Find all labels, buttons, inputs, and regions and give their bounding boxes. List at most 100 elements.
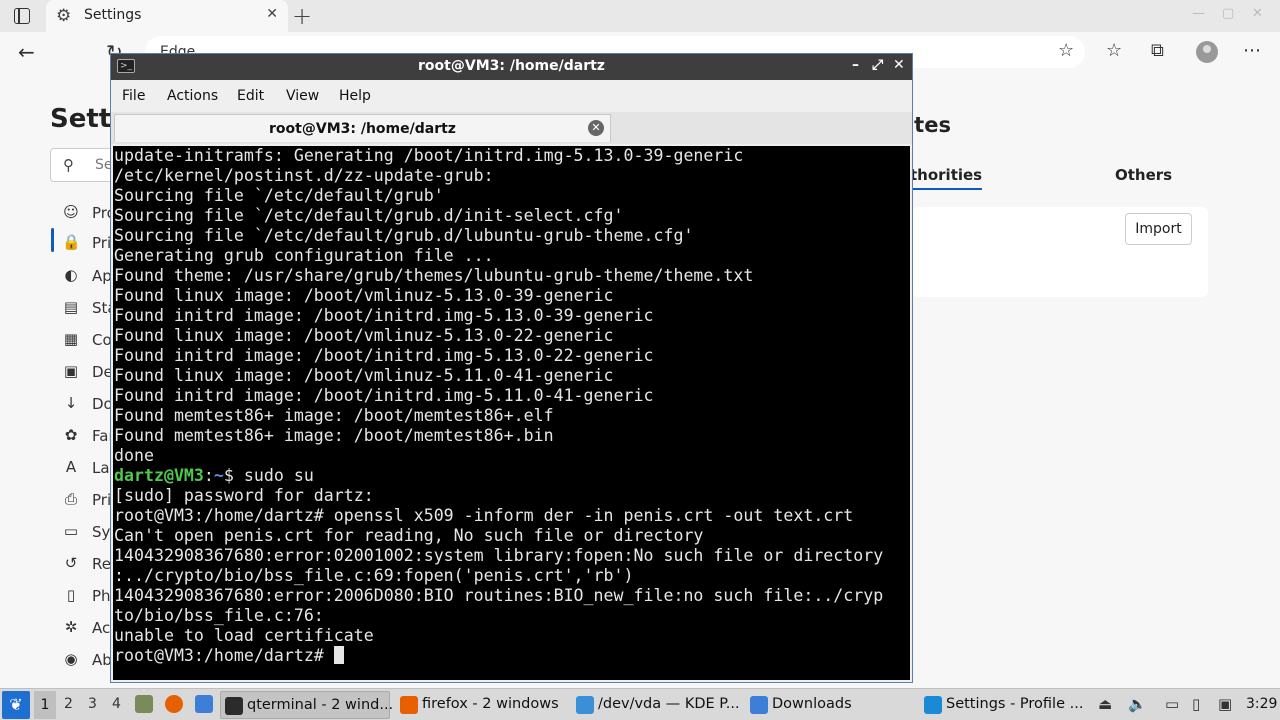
- desktop-2[interactable]: 2: [64, 696, 73, 712]
- sidebar-item-label: La: [92, 459, 110, 477]
- tab-title: Settings: [84, 7, 142, 23]
- updates-icon[interactable]: ▣: [1218, 695, 1232, 713]
- prompt-path: ~: [213, 466, 224, 485]
- tab-strip: ⚙ Settings ✕ + — ▢ ✕: [0, 0, 1280, 32]
- gear-icon: ⚙: [56, 6, 72, 26]
- import-button[interactable]: Import: [1125, 213, 1192, 245]
- notification-icon[interactable]: ⏏: [1098, 695, 1112, 713]
- show-desktop-icon[interactable]: [135, 695, 153, 713]
- terminal-line: Can't open penis.crt for reading, No suc…: [114, 526, 704, 545]
- terminal-line: 140432908367680:error:2006D080:BIO routi…: [114, 586, 884, 605]
- network-icon[interactable]: ▭: [1165, 695, 1179, 713]
- taskbar-task-label: qterminal - 2 wind...: [247, 697, 394, 713]
- minimize-icon[interactable]: —: [1192, 6, 1205, 21]
- clipboard-icon[interactable]: ▯: [1192, 695, 1200, 713]
- tab-settings[interactable]: ⚙ Settings ✕: [46, 0, 288, 32]
- close-tab-icon[interactable]: ✕: [588, 120, 604, 136]
- terminal-line: :../crypto/bio/bss_file.c:69:fopen('peni…: [114, 566, 634, 585]
- terminal-tab[interactable]: root@VM3: /home/dartz ✕: [114, 114, 611, 142]
- folder-icon: [750, 696, 768, 714]
- sidebar-item-label: Ac: [92, 619, 111, 637]
- profile-icon: ☺: [63, 203, 79, 221]
- close-window-icon[interactable]: ✕: [1252, 6, 1263, 21]
- terminal-line: Sourcing file `/etc/default/grub': [114, 186, 444, 205]
- sidebar-item-label: Ph: [92, 587, 111, 605]
- terminal-line: Sourcing file `/etc/default/grub.d/init-…: [114, 206, 624, 225]
- terminal-window-title: root@VM3: /home/dartz: [418, 58, 605, 74]
- download-icon: ↓: [64, 394, 78, 412]
- firefox-launcher-icon[interactable]: [165, 695, 183, 713]
- tab-actions-icon[interactable]: [14, 8, 30, 24]
- new-tab-button[interactable]: +: [292, 2, 312, 30]
- taskbar: ❦ 1 2 3 4 qterminal - 2 wind... firefox -…: [0, 688, 1280, 720]
- taskbar-task[interactable]: qterminal - 2 wind...: [220, 691, 394, 719]
- edge-icon: [924, 696, 942, 714]
- taskbar-task-label: /dev/vda — KDE P...: [598, 696, 740, 712]
- terminal-line: to/bio/bss_file.c:76:: [114, 606, 324, 625]
- maximize-icon[interactable]: ⤢: [872, 57, 883, 73]
- taskbar-task[interactable]: /dev/vda — KDE P...: [572, 691, 742, 719]
- terminal-line: unable to load certificate: [114, 626, 374, 645]
- terminal-tab-title: root@VM3: /home/dartz: [269, 121, 456, 137]
- terminal-line: Found linux image: /boot/vmlinuz-5.13.0-…: [114, 286, 614, 305]
- terminal-line: [sudo] password for dartz:: [114, 486, 374, 505]
- sidebar-item-label: Co: [92, 331, 112, 349]
- maximize-icon[interactable]: ▢: [1222, 6, 1234, 21]
- taskbar-task-label: Settings - Profile ...: [946, 696, 1084, 712]
- tab-others[interactable]: Others: [1115, 166, 1172, 184]
- terminal-tabbar: root@VM3: /home/dartz ✕: [111, 112, 912, 144]
- terminal-line: 140432908367680:error:02001002:system li…: [114, 546, 884, 565]
- favorites-icon[interactable]: ☆: [1106, 40, 1122, 61]
- sidebar-item-label: Ab: [92, 651, 112, 669]
- file-manager-launcher-icon[interactable]: [195, 695, 213, 713]
- menu-view[interactable]: View: [286, 88, 319, 104]
- prompt-command: $ sudo su: [223, 466, 314, 485]
- taskbar-task[interactable]: Downloads: [746, 691, 916, 719]
- tab-authorities[interactable]: thorities: [910, 166, 983, 190]
- desktop-1[interactable]: 1: [34, 691, 56, 719]
- family-icon: ✿: [64, 426, 78, 444]
- terminal-line: update-initramfs: Generating /boot/initr…: [114, 146, 744, 165]
- taskbar-task[interactable]: firefox - 2 windows: [396, 691, 564, 719]
- menu-actions[interactable]: Actions: [167, 88, 218, 104]
- sidebar-item-label: Sy: [92, 523, 111, 541]
- terminal-menubar: File Actions Edit View Help: [111, 80, 912, 112]
- menu-help[interactable]: Help: [339, 88, 371, 104]
- taskbar-task[interactable]: Settings - Profile ...: [920, 691, 1092, 719]
- sidebar-item-label: Pri: [92, 234, 112, 252]
- profile-avatar[interactable]: [1196, 41, 1218, 63]
- system-icon: ▭: [63, 522, 79, 540]
- taskbar-task-label: Downloads: [772, 696, 852, 712]
- terminal-line: Found theme: /usr/share/grub/themes/lubu…: [114, 266, 754, 285]
- desktop-4[interactable]: 4: [112, 696, 121, 712]
- terminal-current-prompt: root@VM3:/home/dartz#: [114, 646, 910, 666]
- sidebar-item-label: Re: [92, 555, 111, 573]
- terminal-output[interactable]: update-initramfs: Generating /boot/initr…: [113, 146, 910, 680]
- desktop-3[interactable]: 3: [88, 696, 97, 712]
- cookies-icon: ▦: [63, 330, 79, 348]
- close-tab-icon[interactable]: ✕: [266, 6, 278, 22]
- back-icon[interactable]: ←: [18, 40, 35, 64]
- terminal-line: Found initrd image: /boot/initrd.img-5.1…: [114, 346, 654, 365]
- reset-icon: ↺: [64, 554, 78, 572]
- volume-icon[interactable]: 🔈: [1128, 695, 1147, 713]
- terminal-icon: [225, 697, 243, 715]
- start-icon: ▤: [63, 298, 79, 316]
- menu-file[interactable]: File: [122, 88, 145, 104]
- menu-edit[interactable]: Edit: [237, 88, 264, 104]
- close-window-icon[interactable]: ✕: [893, 57, 905, 73]
- clock: 3:29: [1246, 696, 1278, 712]
- minimize-icon[interactable]: –: [852, 57, 859, 73]
- terminal-line: Found initrd image: /boot/initrd.img-5.1…: [114, 386, 654, 405]
- prompt-separator: :: [203, 466, 214, 485]
- add-favorite-icon[interactable]: ☆: [1058, 40, 1074, 61]
- lock-icon: 🔒: [62, 233, 81, 251]
- firefox-icon: [400, 696, 418, 714]
- start-menu-button[interactable]: ❦: [2, 691, 30, 719]
- collections-icon[interactable]: ⧉: [1151, 40, 1164, 61]
- more-options-icon[interactable]: ⋯: [1243, 40, 1261, 61]
- sidebar-item-label: Ap: [92, 267, 112, 285]
- kde-partition-icon: [576, 696, 594, 714]
- terminal-titlebar[interactable]: >_ root@VM3: /home/dartz – ⤢ ✕: [111, 54, 912, 80]
- terminal-line: Generating grub configuration file ...: [114, 246, 494, 265]
